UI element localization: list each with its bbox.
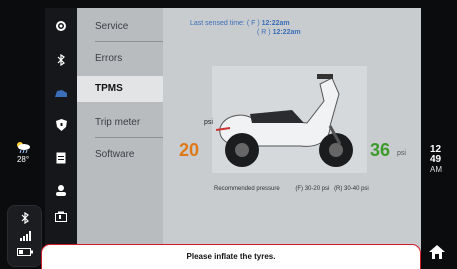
- menu-item-tpms[interactable]: TPMS: [77, 76, 163, 102]
- clock-meridiem: AM: [430, 165, 442, 174]
- menu-divider: [95, 137, 163, 138]
- home-icon[interactable]: [428, 244, 446, 260]
- last-sensed-label: Last sensed time:: [190, 20, 245, 27]
- recommended-pressure: Recommended pressure (F) 30-20 psi (R) 3…: [214, 186, 369, 192]
- recommended-front: (F) 30-20 psi: [295, 186, 330, 192]
- battery-level-icon[interactable]: [51, 207, 71, 227]
- menu-icon-rail: [45, 8, 77, 252]
- dashboard-screen: 28° Service Errors TPMS Trip meter Softw…: [0, 0, 457, 269]
- temperature-label: 28°: [16, 155, 30, 164]
- alert-message: Please inflate the tyres.: [186, 252, 276, 261]
- menu-item-trip-meter[interactable]: Trip meter: [77, 110, 163, 136]
- weather-widget: 28°: [8, 140, 38, 164]
- user-icon[interactable]: [51, 180, 71, 200]
- rear-time: 12:22am: [272, 29, 301, 36]
- shield-icon[interactable]: [51, 115, 71, 135]
- recommended-label: Recommended pressure: [214, 186, 280, 192]
- right-status-bar: [421, 0, 457, 269]
- cloud-rain-icon: [17, 142, 30, 154]
- scooter-image: [212, 66, 367, 173]
- rear-label: ( R ): [257, 29, 271, 36]
- connectivity-status-box: [7, 205, 42, 267]
- tyre-icon[interactable]: [51, 83, 71, 103]
- pressure-unit-label: psi: [204, 119, 213, 126]
- front-time: 12:22am: [261, 20, 290, 27]
- bluetooth-icon: [8, 211, 41, 227]
- gear-icon[interactable]: [51, 16, 71, 36]
- rear-tyre-pressure: 36: [370, 140, 391, 160]
- front-label: ( F ): [246, 20, 260, 27]
- menu-divider: [95, 41, 163, 42]
- front-tyre-pressure: 20: [179, 140, 200, 160]
- battery-icon: [8, 247, 41, 259]
- alert-banner[interactable]: Please inflate the tyres.: [41, 244, 421, 269]
- bluetooth-icon[interactable]: [51, 50, 71, 70]
- signal-icon: [8, 231, 41, 244]
- menu-item-errors[interactable]: Errors: [77, 46, 163, 72]
- document-icon[interactable]: [51, 148, 71, 168]
- rear-pressure-unit: psi: [397, 150, 406, 157]
- menu-panel: Service Errors TPMS Trip meter Software: [77, 8, 163, 244]
- clock: 12 49 AM: [430, 145, 442, 175]
- recommended-rear: (R) 30-40 psi: [334, 186, 369, 192]
- menu-item-software[interactable]: Software: [77, 142, 163, 168]
- clock-minute: 49: [430, 154, 442, 165]
- menu-item-service[interactable]: Service: [77, 14, 163, 40]
- last-sensed-block: Last sensed time: ( F ) 12:22am ( R ) 12…: [190, 20, 301, 36]
